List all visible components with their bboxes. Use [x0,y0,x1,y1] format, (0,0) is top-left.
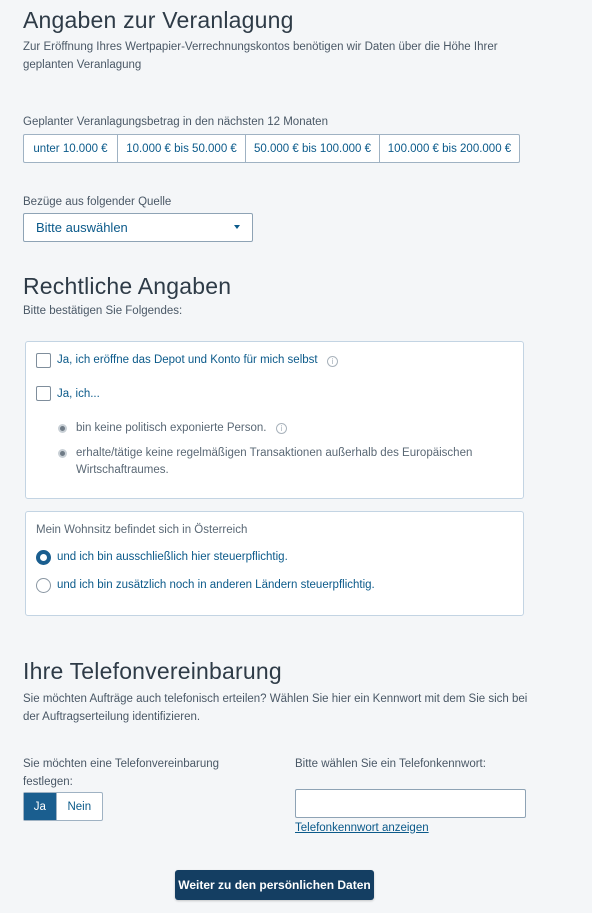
info-icon[interactable]: i [276,423,287,434]
residence-label: Mein Wohnsitz befindet sich in Österreic… [36,524,248,536]
bullet-pep-text: bin keine politisch exponierte Person. [76,422,267,434]
toggle-yes[interactable]: Ja [24,793,56,820]
continue-button[interactable]: Weiter zu den persönlichen Daten [175,870,374,900]
radio-tax-only-here[interactable] [36,550,51,565]
radio-tax-only-here-label[interactable]: und ich bin ausschließlich hier steuerpf… [57,551,288,563]
legal-title: Rechtliche Angaben [23,273,232,299]
phone-agreement-toggle: Ja Nein [23,792,103,821]
amount-option-4[interactable]: 100.000 € bis 200.000 € [380,135,519,162]
phone-title: Ihre Telefonvereinbarung [23,658,282,684]
radio-tax-other-countries[interactable] [36,578,51,593]
chevron-down-icon [234,225,240,229]
bullet-icon [58,449,67,458]
info-icon[interactable]: i [327,356,338,367]
amount-segmented-control: unter 10.000 € 10.000 € bis 50.000 € 50.… [23,134,520,163]
radio-tax-other-countries-label[interactable]: und ich bin zusätzlich noch in anderen L… [57,579,375,591]
source-select[interactable]: Bitte auswählen [23,213,253,242]
bullet-icon [58,424,67,433]
investment-title: Angaben zur Veranlagung [23,7,294,33]
amount-option-1[interactable]: unter 10.000 € [24,135,118,162]
bullet-transactions-text: erhalte/tätige keine regelmäßigen Transa… [76,447,473,476]
source-select-value: Bitte auswählen [36,220,128,235]
toggle-no[interactable]: Nein [55,793,102,820]
amount-option-2[interactable]: 10.000 € bis 50.000 € [118,135,246,162]
password-label: Bitte wählen Sie ein Telefonkennwort: [295,758,486,770]
amount-label: Geplanter Veranlagungsbetrag in den näch… [23,116,328,128]
amount-option-3[interactable]: 50.000 € bis 100.000 € [246,135,380,162]
checkbox-ich[interactable] [36,386,51,401]
investment-description: Zur Eröffnung Ihres Wertpapier-Verrechnu… [23,41,498,71]
phone-description: Sie möchten Aufträge auch telefonisch er… [23,693,528,723]
phone-password-input[interactable] [295,789,526,818]
legal-subtitle: Bitte bestätigen Sie Folgendes: [23,305,183,317]
source-label: Bezüge aus folgender Quelle [23,196,172,208]
checkbox-self-label[interactable]: Ja, ich eröffne das Depot und Konto für … [57,354,318,366]
phone-agreement-label: Sie möchten eine Telefonvereinbarung fes… [23,758,220,788]
checkbox-self[interactable] [36,353,51,368]
show-password-link[interactable]: Telefonkennwort anzeigen [295,822,429,834]
checkbox-ich-label[interactable]: Ja, ich... [57,388,100,400]
